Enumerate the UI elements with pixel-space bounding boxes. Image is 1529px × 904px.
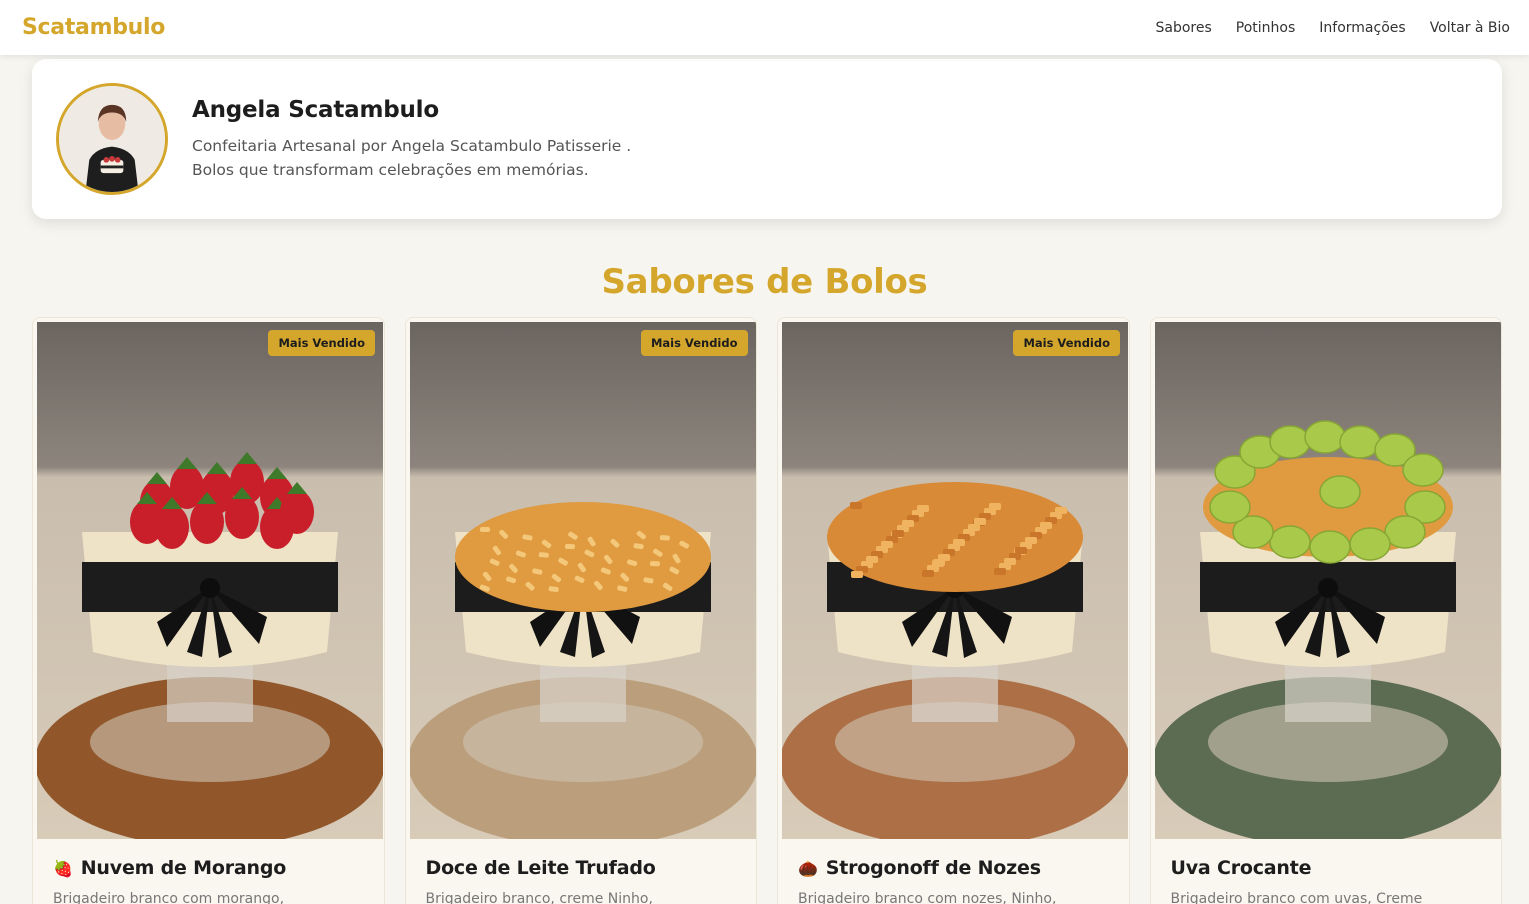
brand-logo[interactable]: Scatambulo (22, 15, 165, 40)
card-title: Doce de Leite Trufado (426, 857, 737, 879)
card-body: 🌰 Strogonoff de Nozes Brigadeiro branco co… (782, 839, 1125, 904)
card-title-text: Doce de Leite Trufado (425, 857, 656, 879)
card-image (1154, 322, 1501, 839)
card-description: Brigadeiro branco, creme Ninho, (425, 891, 653, 904)
cake-photo (782, 322, 1128, 839)
card-description: Brigadeiro branco com uvas, Creme (1170, 891, 1423, 904)
card-image: Mais Vendido (782, 322, 1128, 839)
flavor-cards: Mais Vendido 🍓 Nuvem de Morango Brigadeiro … (32, 317, 1502, 904)
flavor-emoji-icon: 🌰 (798, 858, 818, 878)
cake-photo (1154, 322, 1501, 839)
profile-name: Angela Scatambulo (192, 96, 439, 123)
nav-link-informacoes[interactable]: Informações (1319, 20, 1405, 36)
section-title: Sabores de Bolos (601, 262, 928, 302)
cake-photo (409, 322, 756, 839)
bestseller-badge: Mais Vendido (640, 330, 748, 356)
card-image: Mais Vendido (37, 322, 383, 839)
flavor-card[interactable]: Mais Vendido Doce de Leite Trufado Brigade… (404, 317, 757, 904)
profile-desc-line-2: Bolos que transformam celebrações em mem… (192, 160, 589, 179)
avatar-photo (59, 86, 165, 192)
card-title: Uva Crocante (1171, 857, 1482, 879)
profile-description: Confeitaria Artesanal por Angela Scatamb… (192, 134, 631, 182)
nav-link-potinhos[interactable]: Potinhos (1236, 20, 1296, 36)
card-body: Doce de Leite Trufado Brigadeiro branco, … (410, 839, 753, 904)
nav-link-voltar-bio[interactable]: Voltar à Bio (1430, 20, 1510, 36)
top-navbar: Scatambulo Sabores Potinhos Informações … (0, 0, 1529, 55)
flavor-card[interactable]: Uva Crocante Brigadeiro branco com uvas, … (1149, 317, 1502, 904)
flavor-emoji-icon: 🍓 (53, 858, 73, 878)
card-description: Brigadeiro branco com nozes, Ninho, (798, 891, 1057, 904)
bestseller-badge: Mais Vendido (268, 330, 375, 356)
card-title-text: Strogonoff de Nozes (825, 857, 1041, 879)
flavor-card[interactable]: Mais Vendido 🌰 Strogonoff de Nozes Brigadei… (777, 317, 1130, 904)
profile-card: Angela Scatambulo Confeitaria Artesanal … (32, 59, 1502, 219)
avatar (56, 83, 168, 195)
nav-link-sabores[interactable]: Sabores (1156, 20, 1212, 36)
cake-photo (37, 322, 383, 839)
card-description: Brigadeiro branco com morango, (53, 891, 285, 904)
card-title-text: Uva Crocante (1170, 857, 1312, 879)
card-body: 🍓 Nuvem de Morango Brigadeiro branco com m… (37, 839, 380, 904)
card-body: Uva Crocante Brigadeiro branco com uvas, … (1155, 839, 1498, 904)
card-title-text: Nuvem de Morango (80, 857, 287, 879)
main-nav: Sabores Potinhos Informações Voltar à Bi… (1156, 20, 1511, 36)
flavor-card[interactable]: Mais Vendido 🍓 Nuvem de Morango Brigadeiro … (32, 317, 385, 904)
bestseller-badge: Mais Vendido (1013, 330, 1120, 356)
profile-desc-line-1: Confeitaria Artesanal por Angela Scatamb… (192, 136, 632, 155)
card-image: Mais Vendido (409, 322, 756, 839)
card-title: 🍓 Nuvem de Morango (53, 857, 364, 879)
card-title: 🌰 Strogonoff de Nozes (798, 857, 1109, 879)
